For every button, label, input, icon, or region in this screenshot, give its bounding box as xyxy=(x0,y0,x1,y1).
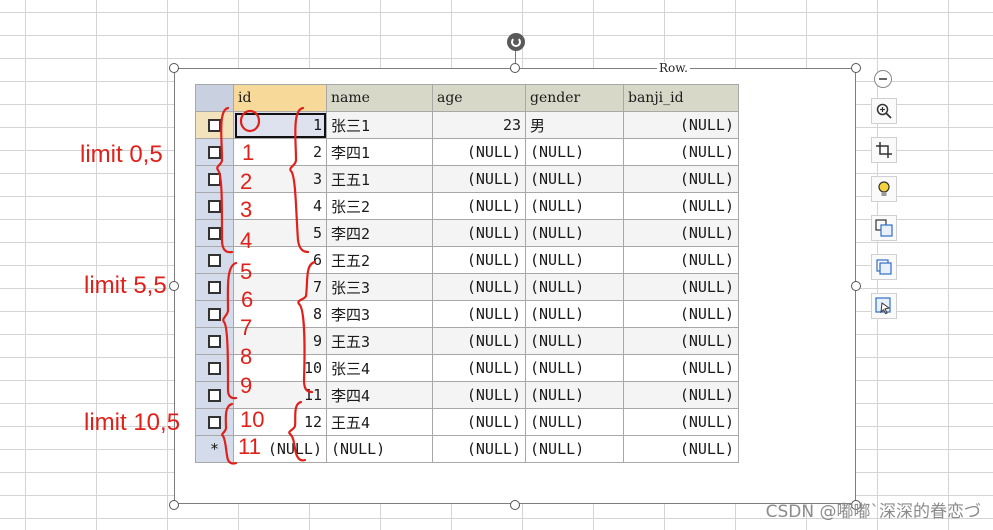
watermark: CSDN @嘟嘟`深深的眷恋づ xyxy=(765,502,981,522)
annotation-limit-0-5: limit 0,5 xyxy=(80,141,163,168)
annotation-row-num-4: 4 xyxy=(240,228,253,253)
bracket-ids-2 xyxy=(297,260,317,394)
annotation-row-num-8: 8 xyxy=(240,344,253,369)
annotation-row-num-2: 2 xyxy=(240,169,253,194)
annotation-brackets xyxy=(216,106,317,465)
bracket-group-2 xyxy=(222,261,238,400)
annotation-limit-10-5: limit 10,5 xyxy=(84,409,181,436)
annotation-row-num-3: 3 xyxy=(240,197,253,222)
bracket-group-1 xyxy=(216,106,234,254)
bracket-group-3 xyxy=(221,402,238,465)
circle-zero xyxy=(239,109,261,133)
bracket-ids-3 xyxy=(288,400,307,462)
bracket-ids-1 xyxy=(289,106,310,254)
annotation-row-num-9: 9 xyxy=(240,373,253,398)
annotation-row-num-1: 1 xyxy=(242,140,255,165)
annotation-row-num-5: 5 xyxy=(240,259,253,284)
annotation-row-num-7: 7 xyxy=(240,315,253,340)
annotation-limit-5-5: limit 5,5 xyxy=(84,272,167,299)
annotation-row-num-6: 6 xyxy=(241,287,254,312)
annotation-row-num-11: 11 xyxy=(238,434,261,459)
annotation-row-num-10: 10 xyxy=(240,407,265,432)
